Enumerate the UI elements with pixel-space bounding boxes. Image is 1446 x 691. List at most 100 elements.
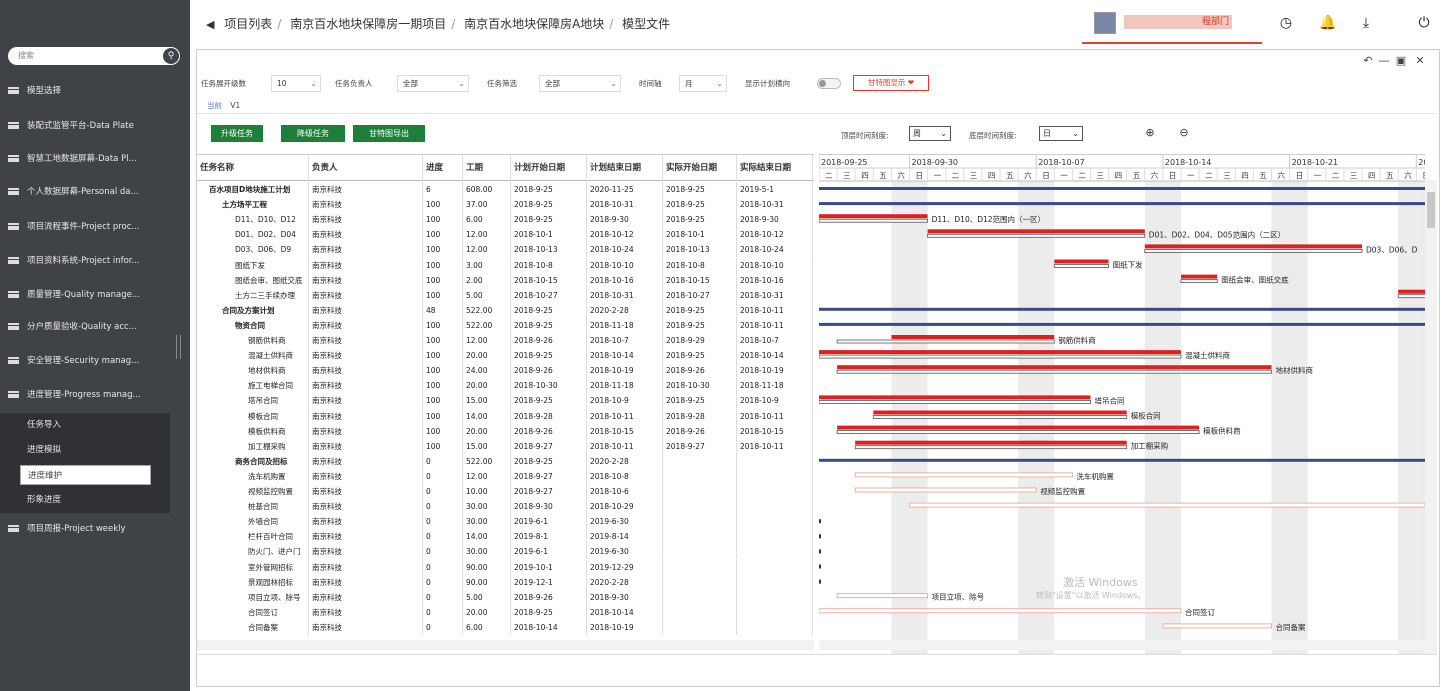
- table-cell-ps: 2018-10-27: [511, 287, 587, 303]
- table-row[interactable]: 土方二三手续办理 南京科技 100 5.00 2018-10-27 2018-10-31 2…: [197, 287, 814, 303]
- column-header[interactable]: 计划结束日期: [587, 155, 663, 181]
- column-header[interactable]: 实际结束日期: [737, 155, 813, 181]
- table-row[interactable]: 合同及方案计划 南京科技 48 522.00 2018-9-25 2020-2-28 201…: [197, 302, 814, 318]
- scrollbar-thumb[interactable]: [1427, 192, 1435, 228]
- downgrade-task-button[interactable]: 降级任务: [281, 125, 345, 142]
- table-row[interactable]: 模板合同 南京科技 100 14.00 2018-9-28 2018-10-11 2018-…: [197, 408, 814, 424]
- sidebar-item[interactable]: 进度管理-Progress manag...: [0, 386, 190, 404]
- table-row[interactable]: 桩基合同 南京科技 0 30.00 2018-9-30 2018-10-29: [197, 499, 814, 515]
- sidebar-item[interactable]: 智慧工地数据屏幕-Data Pl...: [0, 150, 190, 168]
- clock-icon[interactable]: ◷: [1276, 13, 1296, 33]
- table-row[interactable]: 加工棚采购 南京科技 100 15.00 2018-9-27 2018-10-11 2018…: [197, 438, 814, 454]
- table-row[interactable]: 土方场平工程 南京科技 100 37.00 2018-9-25 2018-10-31 201…: [197, 197, 814, 213]
- search-input[interactable]: 搜索 ⚲: [8, 47, 180, 65]
- table-row[interactable]: 施工电梯合同 南京科技 100 20.00 2018-10-30 2018-11-18 20…: [197, 378, 814, 394]
- submenu-item[interactable]: 进度维护: [20, 465, 151, 485]
- sidebar-item[interactable]: 装配式监管平台-Data Plate: [0, 117, 190, 135]
- table-row[interactable]: 百水项目D地块施工计划 南京科技 6 608.00 2018-9-25 2020-11-2…: [197, 182, 814, 197]
- download-icon[interactable]: ⤓: [1356, 13, 1376, 33]
- table-row[interactable]: 洗车机购置 南京科技 0 12.00 2018-9-27 2018-10-8: [197, 468, 814, 484]
- table-row[interactable]: 地材供料商 南京科技 100 24.00 2018-9-26 2018-10-19 2018…: [197, 363, 814, 379]
- table-row[interactable]: D03、D06、D9 南京科技 100 12.00 2018-10-13 2018-10-…: [197, 242, 814, 258]
- back-arrow-icon[interactable]: ◀: [206, 18, 214, 31]
- table-row[interactable]: D11、D10、D12 南京科技 100 6.00 2018-9-25 2018-9-30…: [197, 212, 814, 228]
- vertical-scrollbar[interactable]: [1425, 180, 1437, 654]
- bottom-scale-select[interactable]: 日 ⌄: [1039, 126, 1083, 141]
- table-cell-as: 2018-9-25: [663, 197, 737, 213]
- breadcrumb-item[interactable]: 南京百水地块保障房一期项目: [290, 17, 446, 31]
- bell-icon[interactable]: 🔔: [1318, 13, 1338, 33]
- table-cell-ae: 2018-10-9: [737, 393, 813, 409]
- table-row[interactable]: 外墙合同 南京科技 0 30.00 2019-6-1 2019-6-30: [197, 514, 814, 530]
- table-cell-as: 2018-9-26: [663, 363, 737, 379]
- table-cell-progress: 100: [423, 423, 463, 439]
- table-row[interactable]: 混凝土供料商 南京科技 100 20.00 2018-9-25 2018-10-14 201…: [197, 348, 814, 364]
- table-row[interactable]: 视频监控购置 南京科技 0 10.00 2018-9-27 2018-10-6: [197, 484, 814, 499]
- table-cell-progress: 100: [423, 287, 463, 303]
- search-icon[interactable]: ⚲: [163, 48, 179, 64]
- sidebar-item[interactable]: 质量管理-Quality manage...: [0, 286, 190, 304]
- column-header[interactable]: 负责人: [309, 155, 423, 181]
- table-row[interactable]: 商务合同及招标 南京科技 0 522.00 2018-9-25 2020-2-28: [197, 453, 814, 469]
- sidebar-item[interactable]: 分户质量验收-Quality acc...: [0, 318, 190, 336]
- submenu-item[interactable]: 任务导入: [20, 415, 170, 435]
- submenu-item[interactable]: 形象进度: [20, 490, 170, 510]
- table-row[interactable]: 景观园林招标 南京科技 0 90.00 2019-12-1 2020-2-28: [197, 574, 814, 590]
- table-row[interactable]: 图纸会审、图纸交底 南京科技 100 2.00 2018-10-15 2018-10-16…: [197, 272, 814, 288]
- submenu-item[interactable]: 进度模拟: [20, 440, 170, 460]
- table-horizontal-scrollbar[interactable]: [197, 640, 814, 650]
- day-label: 二: [1205, 171, 1213, 180]
- power-icon[interactable]: ⏻: [1414, 13, 1434, 33]
- breadcrumb-item[interactable]: 项目列表: [224, 17, 272, 31]
- level-select[interactable]: 10 ⌄: [271, 75, 321, 92]
- sidebar-item[interactable]: 项目周报-Project weekly: [0, 520, 190, 538]
- table-row[interactable]: 室外管网招标 南京科技 0 90.00 2019-10-1 2019-12-29: [197, 559, 814, 575]
- zoom-in-icon[interactable]: ⊕: [1143, 126, 1157, 140]
- gantt-export-button[interactable]: 甘特图导出: [353, 125, 425, 142]
- actual-bar: [1181, 274, 1218, 279]
- top-scale-select[interactable]: 周 ⌄: [909, 126, 951, 141]
- sidebar-item[interactable]: 模型选择: [0, 82, 190, 100]
- actual-bar: [1144, 244, 1362, 249]
- table-row[interactable]: 钢筋供料商 南京科技 100 12.00 2018-9-26 2018-10-7 2018-…: [197, 333, 814, 348]
- owner-select[interactable]: 全部 ⌄: [397, 75, 469, 92]
- chevron-down-icon: ⌄: [310, 79, 317, 88]
- minimize-icon[interactable]: —: [1377, 54, 1391, 67]
- table-row[interactable]: 塔吊合同 南京科技 100 15.00 2018-9-25 2018-10-9 2018-9…: [197, 393, 814, 409]
- column-header[interactable]: 实际开始日期: [663, 155, 737, 181]
- zoom-out-icon[interactable]: ⊖: [1177, 126, 1191, 140]
- column-header[interactable]: 工期: [463, 155, 511, 181]
- plan-toggle[interactable]: [817, 78, 841, 89]
- version-current[interactable]: 当前: [207, 101, 222, 110]
- sidebar-item[interactable]: 个人数据屏幕-Personal da...: [0, 183, 190, 201]
- table-row[interactable]: 物资合同 南京科技 100 522.00 2018-9-25 2018-11-18 2018…: [197, 317, 814, 333]
- gantt-horizontal-scrollbar[interactable]: [819, 640, 1425, 650]
- table-row[interactable]: 合同备案 南京科技 0 6.00 2018-10-14 2018-10-19: [197, 619, 814, 635]
- user-menu[interactable]: 程部门: [1094, 12, 1260, 34]
- breadcrumb-item[interactable]: 南京百水地块保障房A地块: [464, 17, 604, 31]
- table-row[interactable]: 栏杆百叶合同 南京科技 0 14.00 2019-8-1 2019-8-14: [197, 529, 814, 545]
- task-filter-select[interactable]: 全部 ⌄: [539, 75, 621, 92]
- table-row[interactable]: 模板供料商 南京科技 100 20.00 2018-9-26 2018-10-15 2018…: [197, 423, 814, 439]
- table-cell-name: 施工电梯合同: [197, 378, 309, 394]
- resize-handle[interactable]: [176, 335, 181, 359]
- gantt-display-button[interactable]: 甘特图显示 ❤: [853, 75, 929, 91]
- maximize-icon[interactable]: ▣: [1394, 54, 1408, 67]
- upgrade-task-button[interactable]: 升级任务: [211, 125, 263, 142]
- sidebar-item[interactable]: 项目流程事件-Project proc...: [0, 218, 190, 236]
- column-header[interactable]: 计划开始日期: [511, 155, 587, 181]
- table-row[interactable]: 图纸下发 南京科技 100 3.00 2018-10-8 2018-10-10 2018-1…: [197, 257, 814, 273]
- table-row[interactable]: D01、D02、D04 南京科技 100 12.00 2018-10-1 2018-10-…: [197, 227, 814, 243]
- sidebar-item[interactable]: 安全管理-Security manag...: [0, 352, 190, 370]
- table-cell-duration: 14.00: [463, 529, 511, 545]
- pending-bar: [854, 472, 1073, 478]
- undo-icon[interactable]: ↶: [1361, 54, 1375, 67]
- column-header[interactable]: 进度: [423, 155, 463, 181]
- table-row[interactable]: 防火门、进户门 南京科技 0 30.00 2019-6-1 2019-6-30: [197, 544, 814, 560]
- table-row[interactable]: 合同签订 南京科技 0 20.00 2018-9-25 2018-10-14: [197, 604, 814, 620]
- sidebar-item[interactable]: 项目资料系统-Project infor...: [0, 252, 190, 270]
- table-row[interactable]: 项目立项、除号 南京科技 0 5.00 2018-9-26 2018-9-30: [197, 589, 814, 605]
- column-header[interactable]: 任务名称: [197, 155, 309, 181]
- close-icon[interactable]: ✕: [1413, 54, 1427, 67]
- axis-select[interactable]: 月 ⌄: [679, 75, 727, 92]
